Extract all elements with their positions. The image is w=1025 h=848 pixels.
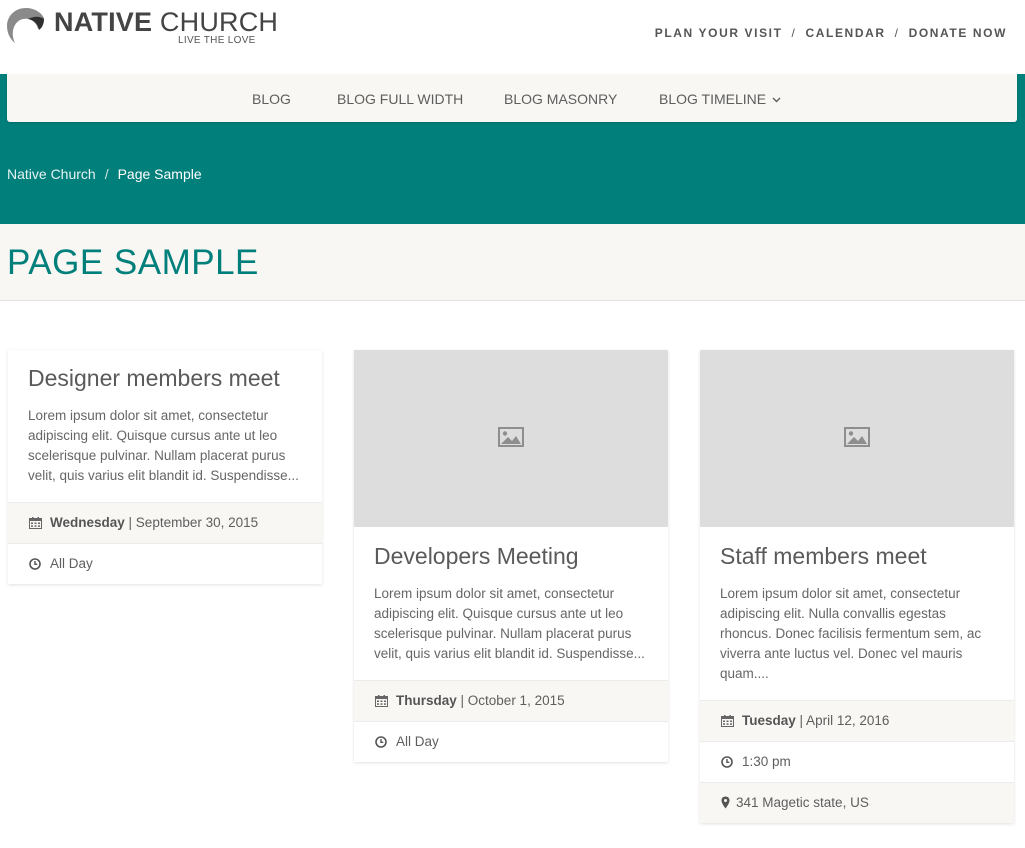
nav-item-blog-full-width[interactable]: BLOG FULL WIDTH [337, 91, 463, 107]
calendar-icon [375, 695, 388, 707]
event-excerpt: Lorem ipsum dolor sit amet, consectetur … [28, 408, 299, 483]
church-logo-icon [7, 8, 44, 43]
clock-icon [29, 558, 41, 570]
main-navigation: BLOG BLOG FULL WIDTH BLOG MASONRY BLOG T… [7, 74, 1017, 122]
event-date: | April 12, 2016 [799, 713, 890, 728]
event-time: All Day [396, 734, 439, 749]
site-logo[interactable]: NATIVE CHURCH LIVE THE LOVE [6, 6, 278, 48]
event-day: Tuesday [742, 713, 796, 728]
breadcrumb: Native Church / Page Sample [7, 166, 202, 182]
event-day: Thursday [396, 693, 457, 708]
image-icon [498, 427, 524, 447]
event-day: Wednesday [50, 515, 125, 530]
breadcrumb-separator: / [104, 166, 109, 182]
site-header: NATIVE CHURCH LIVE THE LOVE PLAN YOUR VI… [0, 0, 1025, 74]
event-title[interactable]: Staff members meet [720, 543, 994, 569]
event-card: Designer members meet Lorem ipsum dolor … [8, 350, 322, 584]
event-time-row: All Day [354, 721, 668, 762]
nav-item-blog-masonry[interactable]: BLOG MASONRY [504, 91, 617, 107]
breadcrumb-current: Page Sample [117, 166, 202, 182]
nav-item-blog-timeline[interactable]: BLOG TIMELINE [659, 91, 781, 107]
logo-tagline: LIVE THE LOVE [178, 35, 256, 46]
top-nav-separator: / [894, 26, 900, 40]
event-location: 341 Magetic state, US [736, 795, 869, 810]
top-nav-donate-now[interactable]: DONATE NOW [909, 26, 1007, 40]
top-nav-separator: / [791, 26, 797, 40]
event-card-body: Developers Meeting Lorem ipsum dolor sit… [354, 527, 668, 680]
map-marker-icon [721, 796, 730, 809]
event-card: Developers Meeting Lorem ipsum dolor sit… [354, 350, 668, 762]
event-card-body: Designer members meet Lorem ipsum dolor … [8, 350, 322, 502]
event-card-body: Staff members meet Lorem ipsum dolor sit… [700, 527, 1014, 700]
event-date-row: Wednesday | September 30, 2015 [8, 502, 322, 543]
event-date-row: Thursday | October 1, 2015 [354, 680, 668, 721]
clock-icon [721, 756, 733, 768]
calendar-icon [29, 517, 42, 529]
top-navigation: PLAN YOUR VISIT / CALENDAR / DONATE NOW [655, 26, 1007, 40]
event-card: Staff members meet Lorem ipsum dolor sit… [700, 350, 1014, 823]
event-title[interactable]: Designer members meet [28, 365, 302, 391]
page-title: PAGE SAMPLE [7, 243, 259, 282]
nav-item-blog[interactable]: BLOG [252, 91, 291, 107]
top-nav-plan-your-visit[interactable]: PLAN YOUR VISIT [655, 26, 783, 40]
event-date: | October 1, 2015 [460, 693, 565, 708]
event-date: | September 30, 2015 [128, 515, 259, 530]
event-image-placeholder[interactable] [354, 350, 668, 527]
event-time: All Day [50, 556, 93, 571]
clock-icon [375, 736, 387, 748]
event-time-row: All Day [8, 543, 322, 584]
chevron-down-icon [772, 97, 781, 103]
top-nav-calendar[interactable]: CALENDAR [805, 26, 885, 40]
image-icon [844, 427, 870, 447]
event-date-row: Tuesday | April 12, 2016 [700, 700, 1014, 741]
event-location-row: 341 Magetic state, US [700, 782, 1014, 823]
event-title[interactable]: Developers Meeting [374, 543, 648, 569]
breadcrumb-home-link[interactable]: Native Church [7, 166, 96, 182]
event-image-placeholder[interactable] [700, 350, 1014, 527]
nav-item-blog-timeline-label: BLOG TIMELINE [659, 91, 767, 107]
event-time-row: 1:30 pm [700, 741, 1014, 782]
calendar-icon [721, 715, 734, 727]
event-excerpt: Lorem ipsum dolor sit amet, consectetur … [720, 586, 982, 681]
event-time: 1:30 pm [742, 754, 791, 769]
logo-name-light: CHURCH [159, 7, 279, 37]
event-excerpt: Lorem ipsum dolor sit amet, consectetur … [374, 586, 645, 661]
logo-name-bold: NATIVE [54, 7, 153, 37]
page-title-band: PAGE SAMPLE [0, 224, 1025, 301]
